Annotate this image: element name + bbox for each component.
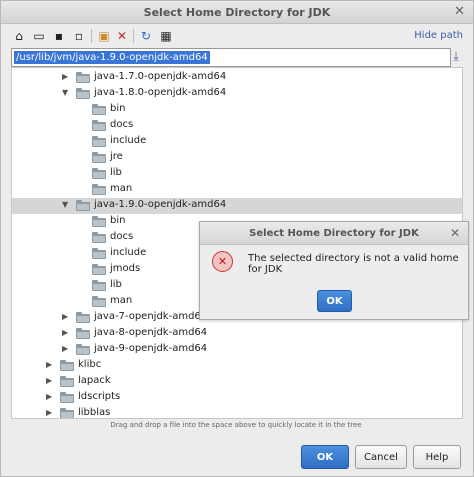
tree-row[interactable]: ▶ java-8-openjdk-amd64 bbox=[12, 326, 462, 342]
folder-icon bbox=[92, 184, 106, 195]
tree-row[interactable]: ▶ klibc bbox=[12, 358, 462, 374]
path-input[interactable]: /usr/lib/jvm/java-1.9.0-openjdk-amd64 bbox=[11, 48, 451, 67]
drag-drop-hint: Drag and drop a file into the space abov… bbox=[110, 421, 362, 429]
expand-arrow-icon[interactable]: ▶ bbox=[46, 360, 56, 369]
folder-icon bbox=[76, 200, 90, 211]
alert-ok-button[interactable]: OK bbox=[317, 290, 352, 312]
tree-row-label: java-1.8.0-openjdk-amd64 bbox=[94, 87, 227, 98]
tree-row[interactable]: bin bbox=[12, 102, 462, 118]
tree-row-label: jmods bbox=[110, 263, 141, 274]
dialog-title: Select Home Directory for JDK bbox=[143, 6, 331, 19]
toolbar-separator bbox=[133, 29, 134, 43]
tree-row[interactable]: include bbox=[12, 134, 462, 150]
module-icon[interactable]: ▫ bbox=[71, 28, 87, 44]
expand-arrow-icon[interactable]: ▶ bbox=[46, 376, 56, 385]
show-hidden-icon[interactable]: ▦ bbox=[158, 28, 174, 44]
dialog-titlebar: Select Home Directory for JDK ✕ bbox=[1, 1, 473, 24]
folder-icon bbox=[92, 248, 106, 259]
hide-path-link[interactable]: Hide path bbox=[414, 30, 463, 41]
ok-button[interactable]: OK bbox=[301, 445, 349, 469]
folder-icon bbox=[76, 328, 90, 339]
folder-icon bbox=[76, 88, 90, 99]
tree-row[interactable]: ▼ java-1.9.0-openjdk-amd64 bbox=[12, 198, 462, 214]
tree-row-label: bin bbox=[110, 103, 126, 114]
delete-icon[interactable]: ✕ bbox=[114, 28, 130, 44]
tree-row-label: man bbox=[110, 183, 133, 194]
tree-row[interactable]: ▶ java-1.7.0-openjdk-amd64 bbox=[12, 70, 462, 86]
tree-row-label: libblas bbox=[78, 407, 111, 418]
folder-icon bbox=[92, 264, 106, 275]
history-icon[interactable]: ⤓ bbox=[449, 48, 463, 65]
path-input-value: /usr/lib/jvm/java-1.9.0-openjdk-amd64 bbox=[14, 51, 210, 64]
home-icon[interactable]: ⌂ bbox=[11, 28, 27, 44]
tree-row-label: java-7-openjdk-amd64 bbox=[94, 311, 208, 322]
new-folder-icon[interactable]: ▣ bbox=[96, 28, 112, 44]
tree-row-label: klibc bbox=[78, 359, 102, 370]
tree-row-label: include bbox=[110, 247, 147, 258]
tree-row-label: java-9-openjdk-amd64 bbox=[94, 343, 208, 354]
folder-icon bbox=[92, 280, 106, 291]
folder-icon bbox=[92, 136, 106, 147]
folder-icon bbox=[92, 232, 106, 243]
folder-icon bbox=[92, 216, 106, 227]
tree-row-label: ldscripts bbox=[78, 391, 121, 402]
tree-row-label: java-1.9.0-openjdk-amd64 bbox=[94, 199, 227, 210]
folder-icon bbox=[60, 408, 74, 418]
alert-message: The selected directory is not a valid ho… bbox=[248, 253, 459, 275]
folder-icon bbox=[92, 168, 106, 179]
expand-arrow-icon[interactable]: ▶ bbox=[62, 72, 72, 81]
expand-arrow-icon[interactable]: ▶ bbox=[62, 328, 72, 337]
tree-row-label: java-1.7.0-openjdk-amd64 bbox=[94, 71, 227, 82]
tree-row-label: java-8-openjdk-amd64 bbox=[94, 327, 208, 338]
expand-arrow-icon[interactable]: ▶ bbox=[46, 408, 56, 417]
folder-icon bbox=[76, 344, 90, 355]
expand-arrow-icon[interactable]: ▶ bbox=[62, 344, 72, 353]
folder-icon bbox=[92, 120, 106, 131]
tree-row-label: docs bbox=[110, 231, 134, 242]
tree-row-label: jre bbox=[110, 151, 123, 162]
error-alert-dialog: Select Home Directory for JDK ✕ ✕ The se… bbox=[199, 221, 469, 320]
folder-icon bbox=[92, 296, 106, 307]
alert-titlebar: Select Home Directory for JDK ✕ bbox=[200, 222, 468, 245]
expand-arrow-icon[interactable]: ▶ bbox=[46, 392, 56, 401]
tree-row[interactable]: ▶ java-9-openjdk-amd64 bbox=[12, 342, 462, 358]
project-icon[interactable]: ▪ bbox=[51, 28, 67, 44]
tree-row[interactable]: ▼ java-1.8.0-openjdk-amd64 bbox=[12, 86, 462, 102]
tree-row-label: lib bbox=[110, 167, 122, 178]
tree-row[interactable]: lib bbox=[12, 166, 462, 182]
tree-row-label: bin bbox=[110, 215, 126, 226]
folder-icon bbox=[92, 104, 106, 115]
folder-icon bbox=[76, 72, 90, 83]
error-icon: ✕ bbox=[212, 251, 233, 272]
desktop-icon[interactable]: ▭ bbox=[31, 28, 47, 44]
tree-row-label: man bbox=[110, 295, 133, 306]
tree-row[interactable]: docs bbox=[12, 118, 462, 134]
cancel-button[interactable]: Cancel bbox=[355, 445, 407, 469]
tree-row-label: lib bbox=[110, 279, 122, 290]
toolbar-separator bbox=[91, 29, 92, 43]
alert-close-icon[interactable]: ✕ bbox=[450, 226, 460, 240]
folder-icon bbox=[60, 360, 74, 371]
collapse-arrow-icon[interactable]: ▼ bbox=[62, 88, 72, 97]
tree-row-label: include bbox=[110, 135, 147, 146]
expand-arrow-icon[interactable]: ▶ bbox=[62, 312, 72, 321]
tree-row[interactable]: ▶ libblas bbox=[12, 406, 462, 418]
refresh-icon[interactable]: ↻ bbox=[138, 28, 154, 44]
tree-row-label: docs bbox=[110, 119, 134, 130]
collapse-arrow-icon[interactable]: ▼ bbox=[62, 200, 72, 209]
help-button[interactable]: Help bbox=[413, 445, 461, 469]
folder-icon bbox=[60, 376, 74, 387]
toolbar: ⌂ ▭ ▪ ▫ ▣ ✕ ↻ ▦ Hide path bbox=[1, 25, 473, 47]
close-icon[interactable]: ✕ bbox=[454, 4, 465, 19]
tree-row[interactable]: man bbox=[12, 182, 462, 198]
folder-icon bbox=[76, 312, 90, 323]
folder-icon bbox=[60, 392, 74, 403]
tree-row[interactable]: ▶ lapack bbox=[12, 374, 462, 390]
tree-row[interactable]: ▶ ldscripts bbox=[12, 390, 462, 406]
tree-row[interactable]: jre bbox=[12, 150, 462, 166]
alert-title: Select Home Directory for JDK bbox=[249, 228, 419, 239]
tree-row-label: lapack bbox=[78, 375, 111, 386]
folder-icon bbox=[92, 152, 106, 163]
